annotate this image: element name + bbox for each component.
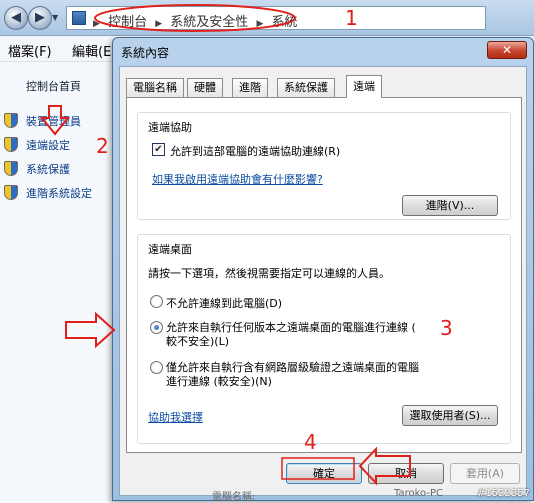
uac-shield-icon [4,161,18,176]
watermark: #1522357 [477,488,530,499]
breadcrumb-system[interactable]: 系統 [272,15,298,30]
chevron-right-icon: ▶ [155,19,163,29]
control-panel-home-link[interactable]: 控制台首頁 [26,78,81,94]
forward-button[interactable]: ▶ [28,6,52,30]
advanced-button[interactable]: 進階(V)... [402,195,498,216]
remote-desktop-instruction: 請按一下選項，然後視需要指定可以連線的人員。 [148,267,390,280]
history-dropdown-icon[interactable]: ▼ [52,13,58,22]
address-field[interactable]: ▶ 控制台 ▶ 系統及安全性 ▶ 系統 [66,6,486,30]
task-device-manager[interactable]: 裝置管理員 [4,112,114,130]
control-panel-icon [72,11,86,25]
allow-nla-label-line2[interactable]: 進行連線 (較安全)(N) [166,373,272,389]
annotation-number-2: 2 [96,134,109,158]
group-label: 遠端桌面 [148,243,192,256]
help-me-choose-link[interactable]: 協助我選擇 [148,409,203,425]
allow-remote-assistance-checkbox[interactable]: ✔ [152,143,165,156]
computer-name-value: Taroko-PC [394,488,443,499]
dialog-title: 系統內容 [121,46,170,60]
cancel-button[interactable]: 取消 [368,463,444,484]
task-label: 遠端設定 [26,139,70,152]
ok-button[interactable]: 確定 [286,463,362,484]
tab-remote[interactable]: 遠端 [346,75,382,98]
menu-file[interactable]: 檔案(F) [8,41,52,60]
background-details: 電腦名稱: Taroko-PC [112,488,534,503]
radio-allow-any-version[interactable] [150,321,163,334]
allow-any-version-label-line2[interactable]: 較不安全)(L) [166,333,229,349]
task-advanced-system-settings[interactable]: 進階系統設定 [4,184,114,202]
radio-deny-connections[interactable] [150,295,163,308]
uac-shield-icon [4,137,18,152]
tab-system-protection[interactable]: 系統保護 [277,78,335,97]
address-bar-area: ◀ ▶ ▼ ▶ 控制台 ▶ 系統及安全性 ▶ 系統 [0,0,534,36]
close-button[interactable]: ✕ [487,41,527,59]
apply-button: 套用(A) [450,463,520,484]
back-button[interactable]: ◀ [4,6,28,30]
dialog-body: 電腦名稱 硬體 進階 系統保護 遠端 遠端協助 ✔ 允許到這部電腦的遠端協助連線… [119,66,527,496]
chevron-right-icon: ▶ [256,19,264,29]
menu-edit[interactable]: 編輯(E) [72,41,116,60]
breadcrumb-control-panel[interactable]: 控制台 [108,15,147,30]
remote-desktop-group: 遠端桌面 請按一下選項，然後視需要指定可以連線的人員。 不允許連線到此電腦(D)… [137,234,511,444]
task-label: 進階系統設定 [26,187,92,200]
uac-shield-icon [4,185,18,200]
select-users-button[interactable]: 選取使用者(S)... [402,405,498,426]
task-label: 系統保護 [26,163,70,176]
annotation-number-3: 3 [440,316,453,340]
annotation-number-4: 4 [304,430,317,454]
remote-assistance-help-link[interactable]: 如果我啟用遠端協助會有什麼影響? [152,171,323,187]
chevron-right-icon: ▶ [93,19,100,29]
breadcrumb-system-security[interactable]: 系統及安全性 [170,15,248,30]
breadcrumb: ▶ 控制台 ▶ 系統及安全性 ▶ 系統 [93,11,302,30]
task-label: 裝置管理員 [26,115,81,128]
group-label: 遠端協助 [148,121,192,134]
system-properties-dialog: 系統內容 ✕ 電腦名稱 硬體 進階 系統保護 遠端 遠端協助 ✔ 允許到這部電腦… [112,37,534,501]
uac-shield-icon [4,113,18,128]
deny-connections-label[interactable]: 不允許連線到此電腦(D) [166,295,282,311]
annotation-number-1: 1 [345,6,358,30]
left-pane: 控制台首頁 裝置管理員 遠端設定 系統保護 進階系統設定 [0,62,112,501]
tab-computer-name[interactable]: 電腦名稱 [126,78,184,97]
remote-assistance-group: 遠端協助 ✔ 允許到這部電腦的遠端協助連線(R) 如果我啟用遠端協助會有什麼影響… [137,112,511,220]
radio-allow-nla-only[interactable] [150,361,163,374]
tab-hardware[interactable]: 硬體 [187,78,223,97]
allow-remote-assistance-label[interactable]: 允許到這部電腦的遠端協助連線(R) [170,143,340,159]
tab-advanced[interactable]: 進階 [232,78,268,97]
task-system-protection[interactable]: 系統保護 [4,160,114,178]
remote-tab-panel: 遠端協助 ✔ 允許到這部電腦的遠端協助連線(R) 如果我啟用遠端協助會有什麼影響… [126,97,522,453]
